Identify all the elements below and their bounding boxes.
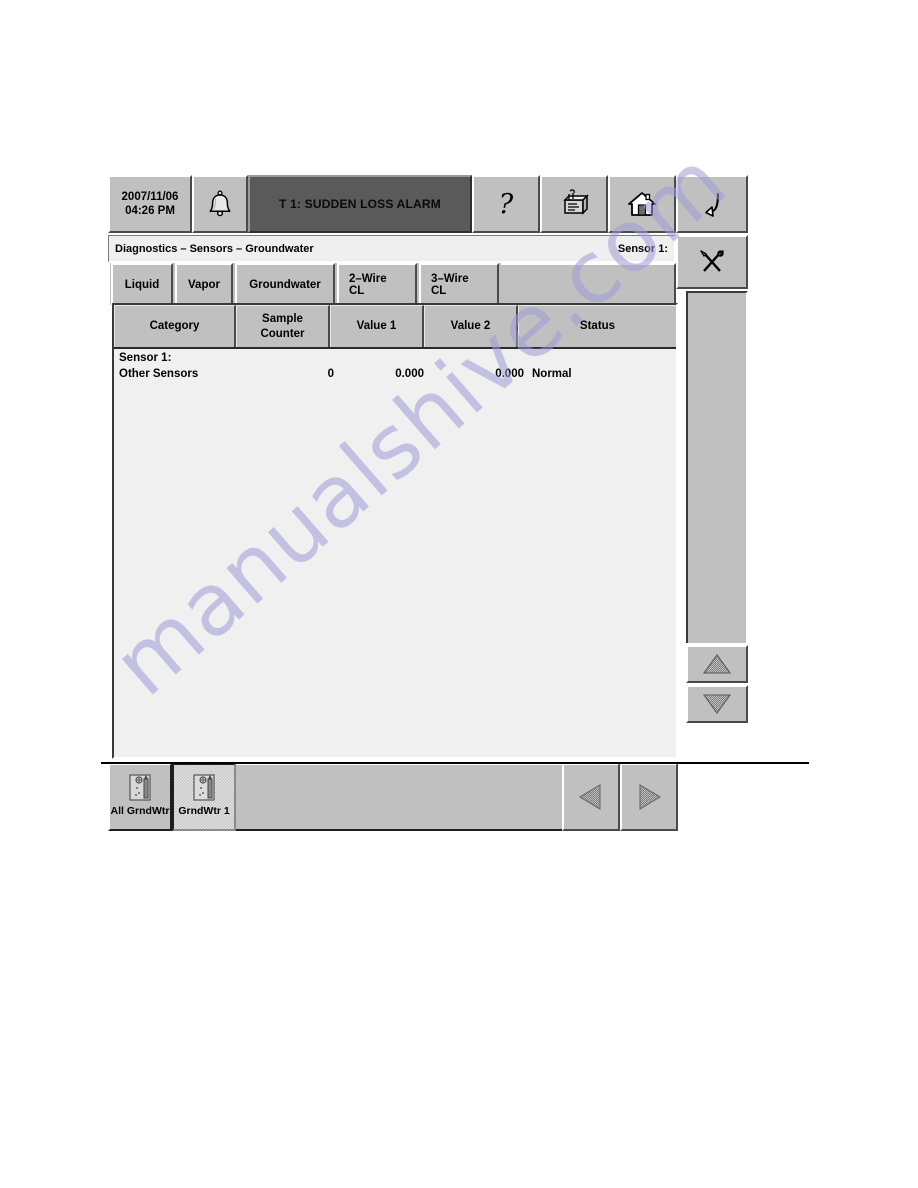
tab-groundwater-label: Groundwater — [249, 279, 321, 291]
triangle-up-icon — [702, 653, 732, 675]
cell-value-2: 0.000 — [495, 368, 524, 380]
triangle-right-icon — [632, 781, 666, 813]
right-rail-spacer — [686, 291, 748, 643]
tab-liquid-label: Liquid — [124, 279, 160, 291]
triangle-down-icon — [702, 693, 732, 715]
bottom-toolbar: All GrndWtr GrndWtr 1 — [108, 763, 678, 831]
diagnostics-table-wrapper: Category Sample Counter Value 1 Value 2 … — [108, 303, 678, 759]
triangle-left-icon — [574, 781, 608, 813]
tab-3-wire-cl-label: 3–Wire CL — [431, 273, 469, 297]
tab-2-wire-cl-label: 2–Wire CL — [349, 273, 387, 297]
home-button[interactable] — [608, 175, 676, 233]
column-header-sample-counter-line2: Counter — [260, 327, 305, 340]
column-header-category-label: Category — [149, 320, 200, 333]
next-button[interactable] — [620, 763, 678, 831]
table-row[interactable]: Other Sensors 0 0.000 0.000 Normal — [114, 368, 676, 386]
alarm-banner[interactable]: T 1: SUDDEN LOSS ALARM — [248, 175, 472, 233]
breadcrumb-path: Diagnostics – Sensors – Groundwater — [115, 242, 314, 255]
page-footer-rule — [101, 762, 809, 764]
question-mark-icon: ? — [491, 188, 521, 220]
alarm-bell-button[interactable] — [192, 175, 248, 233]
help-button[interactable]: ? — [472, 175, 540, 233]
column-header-sample-counter: Sample Counter — [236, 305, 330, 347]
column-header-status: Status — [518, 305, 676, 347]
right-rail — [686, 291, 748, 759]
breadcrumb-sensor-label: Sensor 1: — [617, 242, 668, 255]
home-icon — [626, 189, 658, 219]
tab-strip-filler — [501, 263, 676, 305]
column-header-value-2-label: Value 2 — [450, 320, 491, 333]
bottom-toolbar-filler — [236, 763, 562, 831]
column-header-sample-counter-line1: Sample — [262, 313, 303, 326]
tab-vapor-label: Vapor — [188, 279, 220, 291]
device-tab-all-grndwtr-label: All GrndWtr — [110, 805, 170, 817]
date-label: 2007/11/06 — [121, 190, 179, 203]
tools-icon — [697, 247, 727, 277]
column-header-status-label: Status — [579, 320, 616, 333]
previous-button[interactable] — [562, 763, 620, 831]
device-screen: 2007/11/06 04:26 PM T 1: SUDDEN LOSS ALA… — [108, 175, 748, 831]
table-group-label: Sensor 1: — [119, 352, 172, 364]
tools-button[interactable] — [676, 235, 748, 289]
return-arrow-icon — [696, 188, 728, 220]
breadcrumb: Diagnostics – Sensors – Groundwater Sens… — [108, 235, 676, 263]
datetime-display: 2007/11/06 04:26 PM — [108, 175, 192, 233]
device-tab-grndwtr-1-label: GrndWtr 1 — [178, 805, 230, 817]
bell-icon — [207, 190, 233, 218]
svg-text:?: ? — [499, 189, 514, 220]
back-button[interactable] — [676, 175, 748, 233]
printer-icon — [557, 188, 591, 220]
cell-status: Normal — [532, 368, 572, 380]
alarm-banner-label: T 1: SUDDEN LOSS ALARM — [279, 197, 441, 211]
tab-2-wire-cl[interactable]: 2–Wire CL — [337, 263, 417, 305]
tab-3-wire-cl[interactable]: 3–Wire CL — [419, 263, 499, 305]
groundwater-sensor-icon — [189, 771, 219, 803]
table-header-row: Category Sample Counter Value 1 Value 2 … — [114, 305, 676, 349]
column-header-value-2: Value 2 — [424, 305, 518, 347]
top-toolbar: 2007/11/06 04:26 PM T 1: SUDDEN LOSS ALA… — [108, 175, 748, 233]
diagnostics-table: Category Sample Counter Value 1 Value 2 … — [112, 303, 678, 759]
device-tab-all-grndwtr[interactable]: All GrndWtr — [108, 763, 172, 831]
scroll-up-button[interactable] — [686, 645, 748, 683]
column-header-category: Category — [114, 305, 236, 347]
column-header-value-1-label: Value 1 — [356, 320, 397, 333]
tab-groundwater[interactable]: Groundwater — [235, 263, 335, 305]
cell-sample-counter: 0 — [327, 368, 334, 380]
cell-value-1: 0.000 — [395, 368, 424, 380]
device-tab-grndwtr-1[interactable]: GrndWtr 1 — [172, 763, 236, 831]
table-body: Sensor 1: Other Sensors 0 0.000 0.000 No… — [114, 349, 676, 757]
sensor-type-tabs: Liquid Vapor Groundwater 2–Wire CL 3–Wir… — [108, 263, 676, 305]
tab-liquid[interactable]: Liquid — [111, 263, 173, 305]
breadcrumb-row: Diagnostics – Sensors – Groundwater Sens… — [108, 235, 748, 289]
groundwater-sensor-icon — [125, 771, 155, 803]
scroll-down-button[interactable] — [686, 685, 748, 723]
print-button[interactable] — [540, 175, 608, 233]
time-label: 04:26 PM — [125, 205, 175, 217]
tab-vapor[interactable]: Vapor — [175, 263, 233, 305]
column-header-value-1: Value 1 — [330, 305, 424, 347]
cell-category: Other Sensors — [119, 368, 199, 380]
